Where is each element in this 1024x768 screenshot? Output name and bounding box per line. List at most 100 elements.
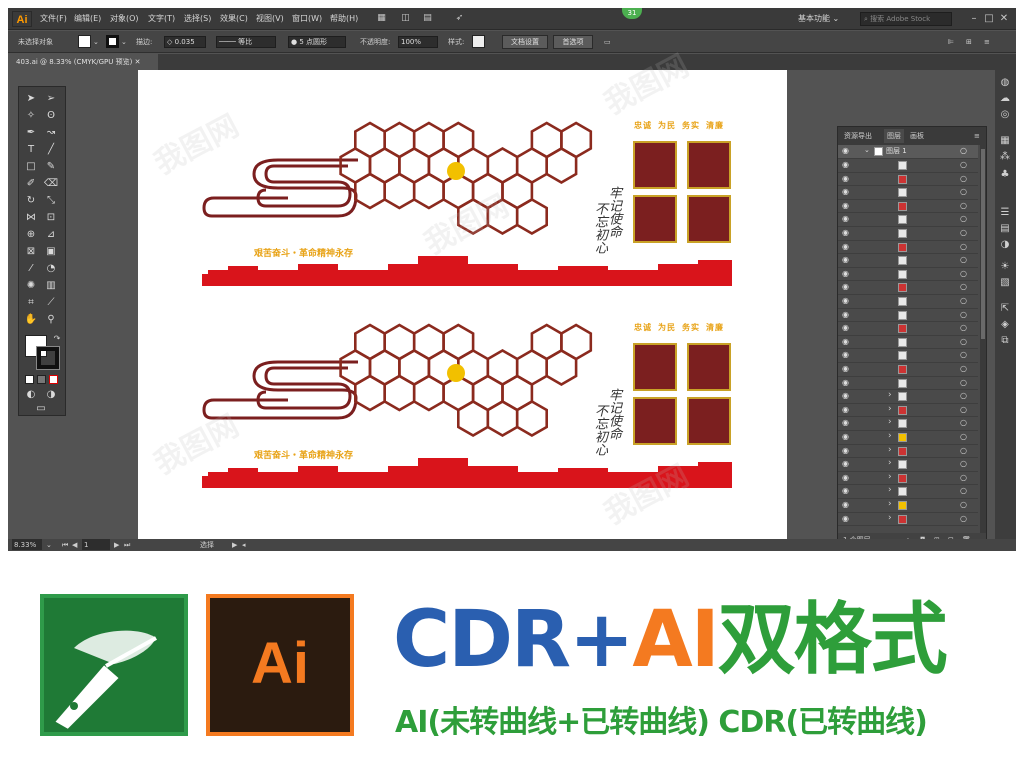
tab-asset-export[interactable]: 资源导出: [844, 129, 872, 143]
preferences-button[interactable]: 首选项: [553, 35, 593, 49]
expand-chevron-icon[interactable]: ›: [888, 499, 892, 509]
blend-tool-icon[interactable]: ◔: [43, 261, 59, 277]
panel-menu-icon[interactable]: ≡: [984, 31, 990, 53]
target-circle-icon[interactable]: ○: [960, 418, 967, 427]
menu-view[interactable]: 视图(V): [256, 8, 284, 30]
visibility-eye-icon[interactable]: ◉: [842, 418, 849, 427]
arrange-docs-icon[interactable]: ▤: [422, 13, 433, 24]
menu-edit[interactable]: 编辑(E): [74, 8, 101, 30]
visibility-eye-icon[interactable]: ◉: [842, 337, 849, 346]
brushes-icon[interactable]: ⁂: [998, 150, 1012, 164]
menu-type[interactable]: 文字(T): [148, 8, 175, 30]
magic-wand-icon[interactable]: ✧: [23, 108, 39, 124]
bridge-icon[interactable]: ▦: [376, 13, 387, 24]
fill-swatch[interactable]: [78, 35, 91, 48]
notification-badge[interactable]: 31: [622, 8, 642, 19]
expand-chevron-icon[interactable]: ›: [888, 513, 892, 523]
target-circle-icon[interactable]: ○: [960, 160, 967, 169]
visibility-eye-icon[interactable]: ◉: [842, 391, 849, 400]
visibility-eye-icon[interactable]: ◉: [842, 500, 849, 509]
tab-artboards[interactable]: 画板: [910, 129, 924, 143]
layer-row[interactable]: ◉ ○: [838, 173, 978, 187]
lasso-icon[interactable]: ʘ: [43, 108, 59, 124]
visibility-eye-icon[interactable]: ◉: [842, 405, 849, 414]
line-tool-icon[interactable]: ╱: [43, 142, 59, 158]
scale-tool-icon[interactable]: ⤡: [43, 193, 59, 209]
shape-builder-icon[interactable]: ⊕: [23, 227, 39, 243]
eraser-icon[interactable]: ⌫: [43, 176, 59, 192]
chevron-down-icon[interactable]: ⌄: [121, 31, 127, 53]
visibility-eye-icon[interactable]: ◉: [842, 242, 849, 251]
artboards-icon[interactable]: ⧉: [998, 334, 1012, 348]
visibility-eye-icon[interactable]: ◉: [842, 514, 849, 523]
shaper-tool-icon[interactable]: ✐: [23, 176, 39, 192]
layers-scrollbar[interactable]: [980, 145, 986, 533]
layer-row-top[interactable]: ◉ ⌄ 图层 1 ○: [838, 145, 978, 159]
menu-file[interactable]: 文件(F): [40, 8, 67, 30]
target-circle-icon[interactable]: ○: [960, 201, 967, 210]
target-circle-icon[interactable]: ○: [960, 146, 967, 155]
visibility-eye-icon[interactable]: ◉: [842, 174, 849, 183]
free-transform-icon[interactable]: ⊡: [43, 210, 59, 226]
doc-setup-button[interactable]: 文档设置: [502, 35, 548, 49]
perspective-grid-icon[interactable]: ⊿: [43, 227, 59, 243]
visibility-eye-icon[interactable]: ◉: [842, 187, 849, 196]
target-circle-icon[interactable]: ○: [960, 514, 967, 523]
menu-select[interactable]: 选择(S): [184, 8, 211, 30]
screen-mode-icon[interactable]: ▭: [33, 401, 49, 417]
stroke-color-box[interactable]: [36, 346, 60, 370]
target-circle-icon[interactable]: ○: [960, 228, 967, 237]
layer-row[interactable]: ◉ ○: [838, 281, 978, 295]
color-mode-icon[interactable]: [25, 375, 34, 384]
layer-row[interactable]: ◉ ○: [838, 322, 978, 336]
visibility-eye-icon[interactable]: ◉: [842, 350, 849, 359]
eyedropper-icon[interactable]: ⁄: [23, 261, 39, 277]
panel-menu-icon[interactable]: ≡: [974, 129, 980, 143]
target-circle-icon[interactable]: ○: [960, 242, 967, 251]
layer-row[interactable]: ◉ › ○: [838, 472, 978, 486]
zoom-level-field[interactable]: 8.33%: [12, 539, 42, 550]
target-circle-icon[interactable]: ○: [960, 350, 967, 359]
appearance-icon[interactable]: ☀: [998, 260, 1012, 274]
last-artboard-icon[interactable]: ⏭: [124, 539, 130, 551]
layer-row[interactable]: ◉ ○: [838, 227, 978, 241]
layer-row[interactable]: ◉ › ○: [838, 458, 978, 472]
visibility-eye-icon[interactable]: ◉: [842, 282, 849, 291]
rectangle-tool-icon[interactable]: □: [23, 159, 39, 175]
status-play-icon[interactable]: ▶: [232, 539, 237, 551]
type-tool-icon[interactable]: T: [23, 142, 39, 158]
opacity-input[interactable]: 100%: [398, 36, 438, 48]
mesh-tool-icon[interactable]: ⊠: [23, 244, 39, 260]
hand-tool-icon[interactable]: ✋: [23, 312, 39, 328]
stroke-profile-select[interactable]: ──── 等比: [216, 36, 276, 48]
artboard[interactable]: 艰苦奋斗・革命精神永存 忠诚 为民 务实 清廉 牢记使命 不忘初心 艰苦奋斗・革…: [138, 70, 787, 550]
visibility-eye-icon[interactable]: ◉: [842, 473, 849, 482]
prev-artboard-icon[interactable]: ◀: [72, 539, 77, 551]
layer-row[interactable]: ◉ ○: [838, 200, 978, 214]
stroke-swatch[interactable]: [106, 35, 119, 48]
expand-chevron-icon[interactable]: ›: [888, 431, 892, 441]
target-circle-icon[interactable]: ○: [960, 269, 967, 278]
align-icon[interactable]: ⊫: [948, 31, 954, 53]
expand-chevron-icon[interactable]: ›: [888, 390, 892, 400]
expand-chevron-icon[interactable]: ›: [888, 404, 892, 414]
visibility-eye-icon[interactable]: ◉: [842, 201, 849, 210]
target-circle-icon[interactable]: ○: [960, 378, 967, 387]
visibility-eye-icon[interactable]: ◉: [842, 446, 849, 455]
visibility-eye-icon[interactable]: ◉: [842, 296, 849, 305]
menu-effect[interactable]: 效果(C): [220, 8, 248, 30]
graphic-styles-icon[interactable]: ▧: [998, 276, 1012, 290]
layer-row[interactable]: ◉ › ○: [838, 390, 978, 404]
stroke-weight-input[interactable]: ◇ 0.035: [164, 36, 206, 48]
swatches-icon[interactable]: ▦: [998, 134, 1012, 148]
menu-object[interactable]: 对象(O): [110, 8, 139, 30]
layers-icon[interactable]: ◈: [998, 318, 1012, 332]
layer-row[interactable]: ◉ ○: [838, 363, 978, 377]
properties-icon[interactable]: ◍: [998, 76, 1012, 90]
visibility-eye-icon[interactable]: ◉: [842, 269, 849, 278]
slice-tool-icon[interactable]: ⟋: [43, 295, 59, 311]
graphic-style-swatch[interactable]: [472, 35, 485, 48]
maximize-button[interactable]: □: [983, 12, 995, 26]
stroke-icon[interactable]: ☰: [998, 206, 1012, 220]
layer-row[interactable]: ◉ ○: [838, 268, 978, 282]
